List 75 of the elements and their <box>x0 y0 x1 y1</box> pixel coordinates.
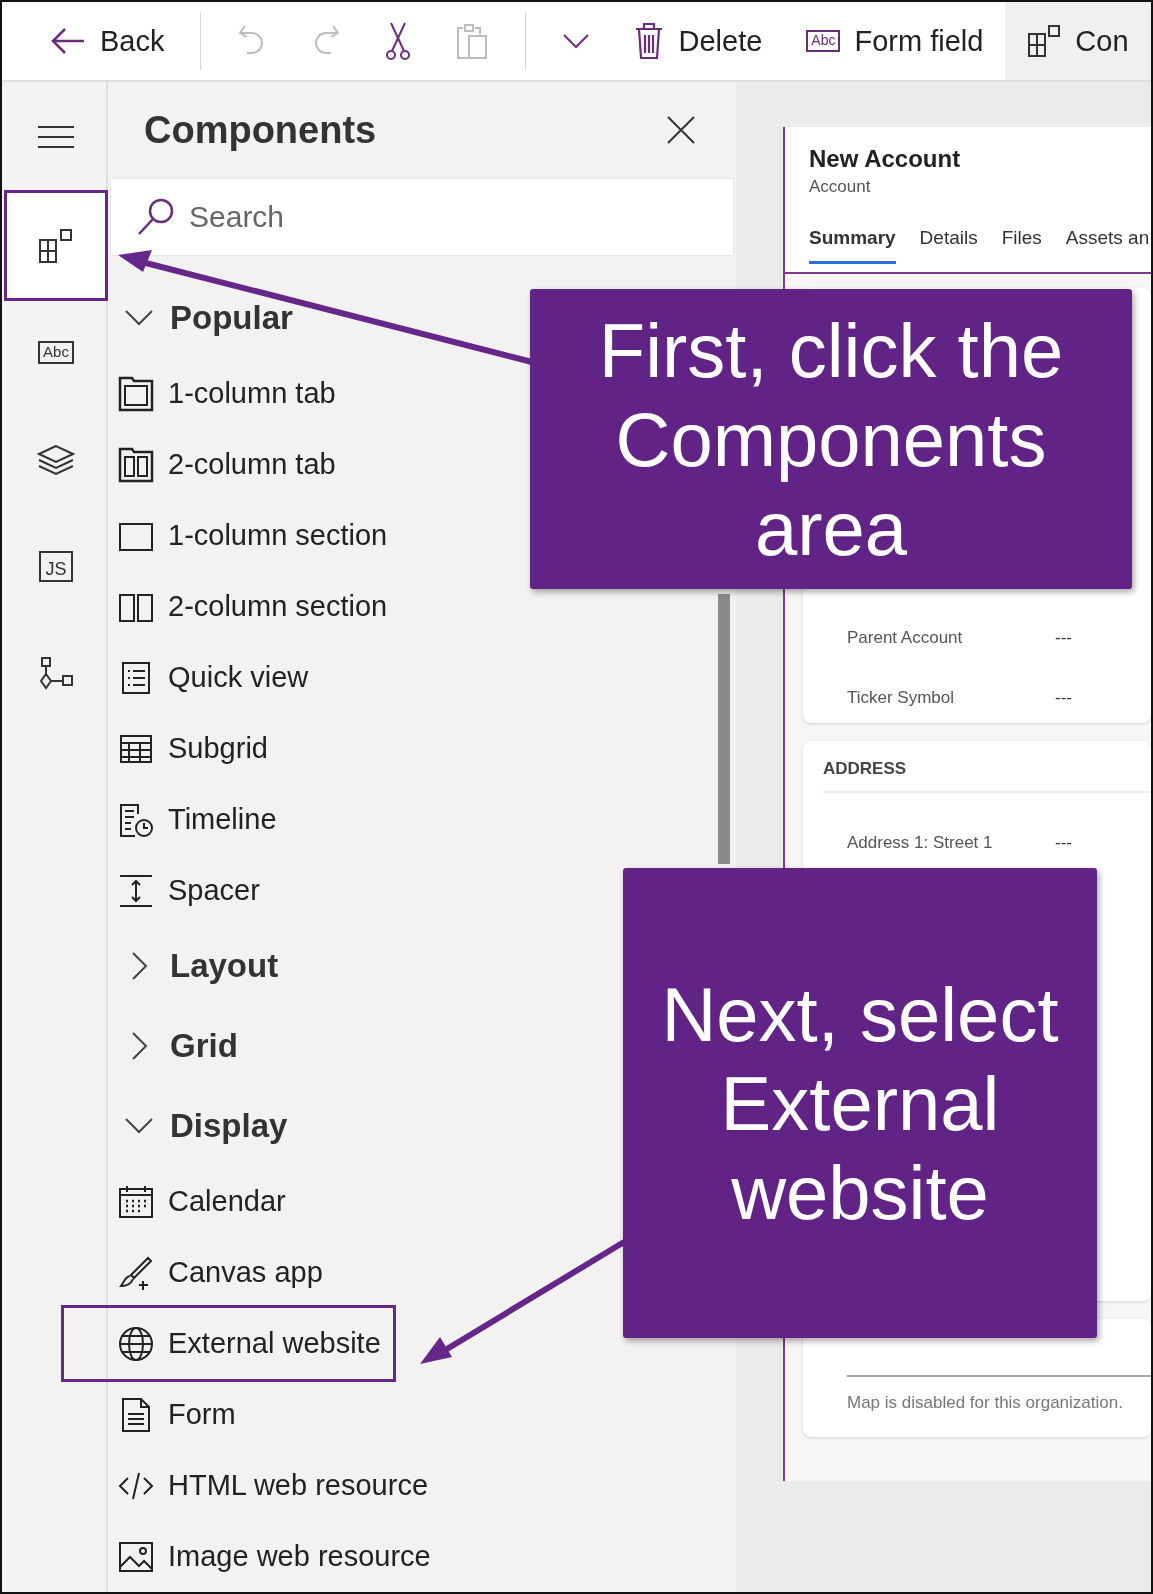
timeline-icon <box>118 801 154 838</box>
component-item[interactable]: 2-column section <box>108 571 394 642</box>
toolbar-button[interactable]: Back <box>28 2 187 80</box>
form-tab[interactable]: Details <box>919 227 978 264</box>
text-field-icon: Abc <box>38 341 74 364</box>
field-value: --- <box>1055 688 1072 708</box>
component-item[interactable]: Image web resource <box>108 1521 437 1592</box>
scissors-icon <box>385 21 412 61</box>
form-title: New Account <box>808 145 962 173</box>
form-subtitle: Account <box>808 177 872 197</box>
back-arrow-icon <box>50 26 86 56</box>
tab2-icon <box>118 446 154 483</box>
chevron-down-icon <box>124 1117 154 1135</box>
close-button[interactable] <box>666 115 696 145</box>
panel-title: Components <box>144 108 377 152</box>
field-value: --- <box>1055 628 1072 648</box>
callout-text: First, click the <box>598 306 1064 395</box>
rail-button[interactable]: Abc <box>6 299 106 406</box>
component-item[interactable]: Calendar <box>108 1166 292 1237</box>
callout-text: Components <box>615 395 1047 484</box>
component-item[interactable]: 1-column section <box>108 500 394 571</box>
components-icon <box>38 227 74 264</box>
group-header[interactable]: Grid <box>108 1006 244 1086</box>
clipboard-icon <box>455 22 490 60</box>
component-item[interactable]: Quick view <box>108 642 315 713</box>
chevron-right-icon <box>130 951 148 981</box>
callout-text: area <box>754 484 908 573</box>
trash-icon <box>634 22 665 60</box>
map-message: Map is disabled for this organization. <box>847 1393 1124 1413</box>
field-label: Ticker Symbol <box>847 688 956 708</box>
component-item[interactable]: Canvas app <box>108 1237 329 1308</box>
form-tab[interactable]: Assets an <box>1065 227 1150 264</box>
search-icon <box>136 197 176 237</box>
close-icon <box>666 115 696 145</box>
field-label: Parent Account <box>847 628 964 648</box>
form-tab[interactable]: Summary <box>809 227 896 264</box>
group-header[interactable]: Display <box>108 1086 294 1166</box>
toolbar-button[interactable]: Con <box>1005 2 1151 80</box>
menu-icon <box>37 125 75 149</box>
field-label: Address 1: Street 1 <box>847 833 994 853</box>
chevron-right-icon <box>130 1031 148 1061</box>
flow-icon <box>38 655 74 692</box>
search-field[interactable]: Search <box>110 178 734 256</box>
callout-text: Next, select <box>661 970 1059 1059</box>
calendar-icon <box>118 1183 154 1220</box>
canvas-icon <box>118 1254 154 1291</box>
components-icon <box>1027 24 1062 58</box>
group-header[interactable]: Layout <box>108 926 285 1006</box>
scrollbar-thumb[interactable] <box>718 594 730 864</box>
toolbar-button[interactable]: Delete <box>612 2 785 80</box>
component-item[interactable]: Form <box>108 1379 242 1450</box>
script-file-icon: JS <box>39 551 73 582</box>
component-item[interactable]: 1-column tab <box>108 358 342 429</box>
callout-text: website <box>731 1148 989 1237</box>
component-item[interactable]: Subgrid <box>108 713 274 784</box>
section-heading: ADDRESS <box>823 741 1151 793</box>
chevron-down-icon <box>562 33 591 49</box>
component-item[interactable]: Spacer <box>108 855 266 926</box>
rail-button[interactable]: JS <box>6 513 106 620</box>
component-item[interactable]: Timeline <box>108 784 283 855</box>
layers-icon <box>37 443 75 476</box>
component-item[interactable]: 2-column tab <box>108 429 342 500</box>
field-value: --- <box>1055 833 1072 853</box>
component-item[interactable]: HTML web resource <box>108 1450 434 1521</box>
chevron-down-icon <box>124 309 154 327</box>
toolbar-button[interactable]: Abc Form field <box>784 2 1006 80</box>
component-item[interactable]: External website <box>68 1312 389 1375</box>
text-field-icon: Abc <box>806 30 841 52</box>
group-header[interactable]: Popular <box>108 278 299 358</box>
globe-icon <box>118 1325 154 1362</box>
callout-text: External <box>720 1059 1000 1148</box>
spacer-icon <box>118 872 154 909</box>
form-tab[interactable]: Files <box>1001 227 1042 264</box>
tab1-icon <box>118 375 154 412</box>
rail-button[interactable] <box>6 192 106 299</box>
